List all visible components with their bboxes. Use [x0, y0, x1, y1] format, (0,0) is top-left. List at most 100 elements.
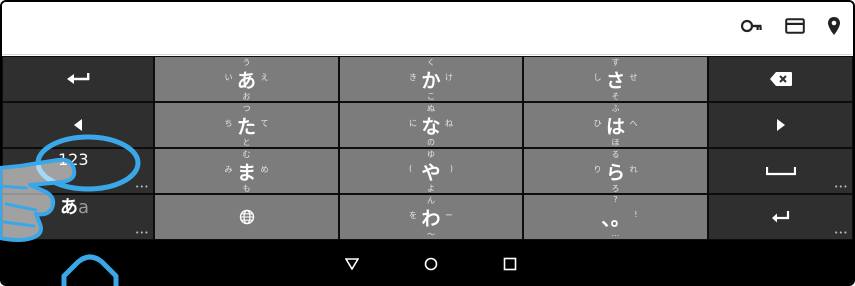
card-icon[interactable] [785, 18, 805, 34]
home-circle-icon [424, 257, 438, 271]
kana-key[interactable]: はふほひへ [523, 102, 708, 148]
enter-icon [771, 211, 789, 223]
kana-key[interactable]: まむもみめ [154, 148, 339, 194]
backspace-key[interactable] [708, 56, 853, 102]
kana-right-char: せ [629, 73, 638, 82]
kana-right-char: れ [629, 165, 638, 174]
kana-flick-layout: たつとちて [217, 103, 277, 147]
globe-icon [239, 209, 254, 225]
mode-123-label: 123 [58, 150, 89, 169]
kana-left-char: し [593, 73, 602, 82]
kana-down-char: ろ [611, 184, 620, 193]
kana-right-char: ね [445, 119, 453, 128]
kana-right-char: ) [449, 164, 453, 173]
kana-flick-layout: かくこきけ [401, 57, 461, 101]
kana-up-char: む [242, 150, 251, 159]
kana-flick-layout: やゆよ() [401, 149, 461, 193]
mode-kana-main: あ [60, 197, 78, 218]
kana-down-char: … [611, 229, 620, 238]
kana-up-char: う [242, 58, 251, 67]
kana-down-char: そ [611, 92, 620, 101]
kana-right-char: え [260, 73, 269, 82]
kana-flick-layout: はふほひへ [586, 103, 646, 147]
space-icon [765, 167, 796, 176]
more-dots: ••• [834, 183, 848, 191]
kana-right-char: ! [634, 210, 638, 219]
kana-flick-layout: あうおいえ [217, 57, 277, 101]
kana-left-char: い [224, 73, 233, 82]
kana-key[interactable]: わん〜をー [339, 194, 523, 240]
language-key[interactable] [154, 194, 339, 240]
more-dots: ••• [834, 229, 848, 237]
nav-home-button[interactable] [419, 252, 443, 276]
kana-key[interactable]: らるろりれ [523, 148, 708, 194]
back-triangle-icon [345, 258, 359, 270]
kana-up-char: ? [613, 195, 618, 204]
kana-left-char: き [409, 73, 417, 82]
kana-down-char: 〜 [427, 230, 435, 239]
navigation-bar [2, 240, 853, 284]
kana-up-char: ゆ [427, 150, 435, 159]
enter-key[interactable]: ••• [708, 194, 853, 240]
kana-left-char: ひ [593, 119, 602, 128]
space-key[interactable]: ••• [708, 148, 853, 194]
cursor-left-key[interactable] [2, 102, 154, 148]
recents-square-icon [503, 257, 517, 271]
kana-left-char: み [224, 165, 233, 174]
kana-up-char: る [611, 150, 620, 159]
kana-key[interactable]: かくこきけ [339, 56, 523, 102]
kana-right-char: へ [629, 119, 638, 128]
mode-kana-label: あa [60, 193, 89, 219]
kana-flick-layout: さすそしせ [586, 57, 646, 101]
keyboard: ••• ••• あうおいえかくこきけさすそしせたつとちてなぬのにねはふほひへまむ… [2, 56, 853, 240]
kana-key[interactable]: 、。?…! [523, 194, 708, 240]
kana-left-char: に [409, 119, 417, 128]
kana-flick-layout: まむもみめ [217, 149, 277, 193]
kana-key[interactable]: やゆよ() [339, 148, 523, 194]
kana-down-char: も [242, 184, 251, 193]
mode-kana-alt: a [78, 197, 90, 218]
kana-key[interactable]: なぬのにね [339, 102, 523, 148]
kana-key[interactable]: あうおいえ [154, 56, 339, 102]
device-screen: ••• ••• あうおいえかくこきけさすそしせたつとちてなぬのにねはふほひへまむ… [0, 0, 855, 286]
nav-recents-button[interactable] [498, 252, 522, 276]
top-bar [2, 2, 853, 55]
triangle-right-icon [776, 119, 785, 131]
kana-right-char: ー [445, 211, 453, 220]
kana-left-char: ( [409, 164, 413, 173]
kana-down-char: と [242, 138, 251, 147]
kana-left-char: り [593, 165, 602, 174]
kana-key[interactable]: さすそしせ [523, 56, 708, 102]
more-dots: ••• [135, 183, 149, 191]
kana-up-char: ふ [611, 104, 620, 113]
backspace-icon [769, 72, 792, 86]
kana-flick-layout: らるろりれ [586, 149, 646, 193]
key-icon[interactable] [741, 19, 763, 33]
kana-up-char: ん [427, 196, 435, 205]
kana-down-char: お [242, 92, 251, 101]
kana-flick-layout: 、。?…! [586, 195, 646, 239]
kana-flick-layout: なぬのにね [401, 103, 461, 147]
kana-up-char: ぬ [427, 104, 435, 113]
more-dots: ••• [135, 229, 149, 237]
kana-up-char: く [427, 58, 435, 67]
top-bar-icons [741, 16, 841, 36]
back-arrow-icon [67, 73, 90, 84]
nav-back-button[interactable] [340, 252, 364, 276]
kana-down-char: こ [427, 92, 435, 101]
kana-right-char: て [260, 119, 269, 128]
cursor-right-key[interactable] [708, 102, 853, 148]
kana-down-char: よ [427, 184, 435, 193]
kana-down-char: ほ [611, 138, 620, 147]
undo-key[interactable] [2, 56, 154, 102]
location-pin-icon[interactable] [827, 16, 841, 36]
kana-right-char: め [260, 165, 269, 174]
kana-key[interactable]: たつとちて [154, 102, 339, 148]
kana-left-char: を [409, 211, 417, 220]
kana-down-char: の [427, 138, 435, 147]
kana-flick-layout: わん〜をー [401, 195, 461, 239]
kana-up-char: つ [242, 104, 251, 113]
kana-up-char: す [611, 58, 620, 67]
kana-left-char: ち [224, 119, 233, 128]
kana-right-char: け [445, 73, 453, 82]
